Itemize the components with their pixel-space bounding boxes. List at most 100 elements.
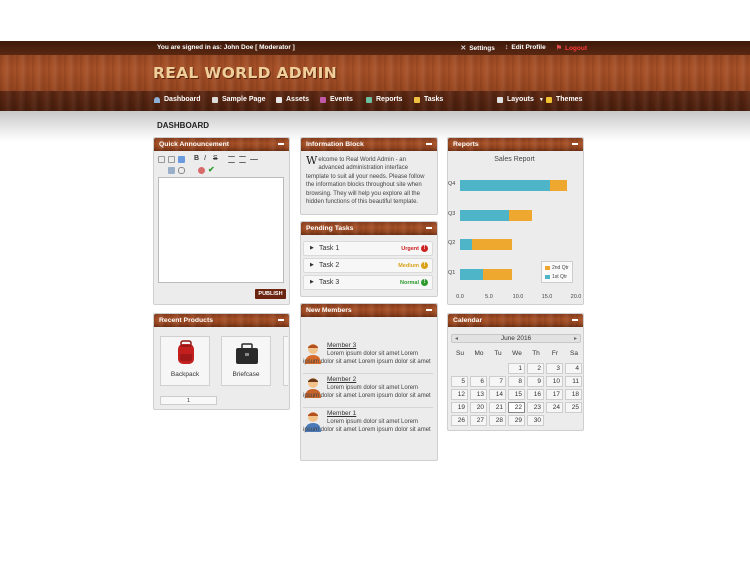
clean-icon[interactable] bbox=[198, 167, 205, 174]
top-links: ✕ Settings ↕ Edit Profile ⚑ Logout bbox=[460, 44, 587, 52]
nav-assets[interactable]: Assets bbox=[276, 96, 309, 103]
product-label: Briefcase bbox=[232, 371, 260, 378]
calendar-day[interactable]: 23 bbox=[527, 402, 544, 413]
check-icon[interactable]: ✔ bbox=[208, 165, 215, 174]
divider bbox=[303, 407, 433, 408]
italic-icon[interactable]: I bbox=[204, 155, 211, 162]
minimize-icon[interactable] bbox=[572, 319, 578, 321]
chart-title: Sales Report bbox=[494, 156, 535, 163]
palette-icon bbox=[546, 96, 552, 103]
calendar-day[interactable]: 13 bbox=[470, 389, 487, 400]
calendar-day[interactable]: 22 bbox=[508, 402, 525, 413]
member-description: Lorem ipsum dolor sit amet Lorem ipsum d… bbox=[303, 385, 431, 400]
calendar-day[interactable]: 5 bbox=[451, 376, 468, 387]
nav-dashboard[interactable]: Dashboard bbox=[154, 96, 201, 103]
weekday-label: Fr bbox=[551, 350, 559, 357]
medium-icon: ! bbox=[421, 262, 428, 269]
member-name[interactable]: Member 2 bbox=[327, 376, 356, 383]
nav-sample-page[interactable]: Sample Page bbox=[212, 96, 266, 103]
calendar-day[interactable]: 3 bbox=[546, 363, 563, 374]
bold-icon[interactable]: B bbox=[194, 155, 201, 162]
image-icon[interactable] bbox=[168, 167, 175, 174]
calendar-day[interactable]: 28 bbox=[489, 415, 506, 426]
strikethrough-icon[interactable]: S bbox=[213, 155, 220, 162]
nav-events-label: Events bbox=[330, 96, 353, 103]
calendar-day[interactable]: 18 bbox=[565, 389, 582, 400]
calendar-day[interactable]: 26 bbox=[451, 415, 468, 426]
information-body: elcome to Real World Admin - an advanced… bbox=[306, 157, 425, 206]
edit-profile-link[interactable]: ↕ Edit Profile bbox=[505, 44, 546, 52]
calendar-day[interactable]: 29 bbox=[508, 415, 525, 426]
calendar-day[interactable]: 1 bbox=[508, 363, 525, 374]
calendar-day[interactable]: 10 bbox=[546, 376, 563, 387]
member-name[interactable]: Member 3 bbox=[327, 342, 356, 349]
chart-icon bbox=[366, 96, 372, 103]
calendar-day[interactable]: 6 bbox=[470, 376, 487, 387]
nav-reports[interactable]: Reports bbox=[366, 96, 402, 103]
bar-q3-series-1 bbox=[460, 209, 510, 221]
minimize-icon[interactable] bbox=[278, 319, 284, 321]
signed-in-text: You are signed in as: John Doe [ Moderat… bbox=[157, 44, 295, 51]
calendar-day[interactable]: 30 bbox=[527, 415, 544, 426]
task-item[interactable]: ▶ Task 3 Normal ! bbox=[303, 275, 433, 290]
member-name[interactable]: Member 1 bbox=[327, 410, 356, 417]
task-item[interactable]: ▶ Task 2 Medium ! bbox=[303, 258, 433, 273]
task-item[interactable]: ▶ Task 1 Urgent ! bbox=[303, 241, 433, 256]
minimize-icon[interactable] bbox=[426, 309, 432, 311]
calendar-day[interactable]: 12 bbox=[451, 389, 468, 400]
nav-tasks[interactable]: Tasks bbox=[414, 96, 443, 103]
calendar-day[interactable]: 20 bbox=[470, 402, 487, 413]
chart-legend: 2nd Qtr 1st Qtr bbox=[541, 261, 573, 283]
x-tick-label: 15.0 bbox=[541, 294, 553, 300]
minimize-icon[interactable] bbox=[278, 143, 284, 145]
ordered-list-icon[interactable] bbox=[239, 156, 246, 163]
calendar-day[interactable]: 24 bbox=[546, 402, 563, 413]
calendar-day[interactable]: 21 bbox=[489, 402, 506, 413]
product-label: Backpack bbox=[170, 371, 200, 378]
calendar-day[interactable]: 9 bbox=[527, 376, 544, 387]
calendar-day[interactable]: 14 bbox=[489, 389, 506, 400]
nav-events[interactable]: Events bbox=[320, 96, 353, 103]
product-partial bbox=[283, 336, 288, 386]
pending-tasks-title: Pending Tasks bbox=[306, 225, 354, 232]
calendar-day[interactable]: 2 bbox=[527, 363, 544, 374]
calendar-day[interactable]: 17 bbox=[546, 389, 563, 400]
heading2-icon[interactable] bbox=[168, 156, 175, 163]
next-month-icon[interactable]: ▸ bbox=[574, 335, 577, 343]
task-status: Normal bbox=[400, 280, 419, 286]
divider bbox=[303, 373, 433, 374]
link-icon[interactable] bbox=[178, 167, 185, 174]
publish-button[interactable]: PUBLISH bbox=[255, 289, 286, 299]
x-tick-label: 20.0 bbox=[570, 294, 582, 300]
arrow-right-icon: ▶ bbox=[310, 279, 314, 285]
app-logo: REAL WORLD ADMIN bbox=[153, 64, 337, 82]
paragraph-icon[interactable] bbox=[178, 156, 185, 163]
nav-layouts[interactable]: Layouts ▼ bbox=[497, 96, 544, 103]
dashboard-icon bbox=[154, 96, 160, 103]
minimize-icon[interactable] bbox=[572, 143, 578, 145]
announcement-editor[interactable] bbox=[158, 177, 284, 283]
settings-link[interactable]: ✕ Settings bbox=[460, 44, 495, 52]
calendar-day[interactable]: 19 bbox=[451, 402, 468, 413]
prev-month-icon[interactable]: ◂ bbox=[455, 335, 458, 343]
product-backpack[interactable]: Backpack bbox=[160, 336, 210, 386]
nav-themes[interactable]: Themes bbox=[546, 96, 582, 103]
calendar-day[interactable]: 4 bbox=[565, 363, 582, 374]
unordered-list-icon[interactable] bbox=[228, 156, 235, 163]
calendar-day[interactable]: 8 bbox=[508, 376, 525, 387]
heading-icon[interactable] bbox=[158, 156, 165, 163]
logout-link[interactable]: ⚑ Logout bbox=[556, 44, 587, 52]
calendar-day[interactable]: 11 bbox=[565, 376, 582, 387]
calendar-day[interactable]: 15 bbox=[508, 389, 525, 400]
calendar-day[interactable]: 25 bbox=[565, 402, 582, 413]
task-name: Task 2 bbox=[319, 262, 340, 269]
calendar-day[interactable]: 27 bbox=[470, 415, 487, 426]
horizontal-rule-icon[interactable] bbox=[250, 159, 258, 160]
calendar-day[interactable]: 16 bbox=[527, 389, 544, 400]
product-pager[interactable]: 1 bbox=[160, 396, 217, 405]
weekday-label: Mo bbox=[474, 350, 484, 357]
minimize-icon[interactable] bbox=[426, 143, 432, 145]
minimize-icon[interactable] bbox=[426, 227, 432, 229]
calendar-day[interactable]: 7 bbox=[489, 376, 506, 387]
product-briefcase[interactable]: Briefcase bbox=[221, 336, 271, 386]
